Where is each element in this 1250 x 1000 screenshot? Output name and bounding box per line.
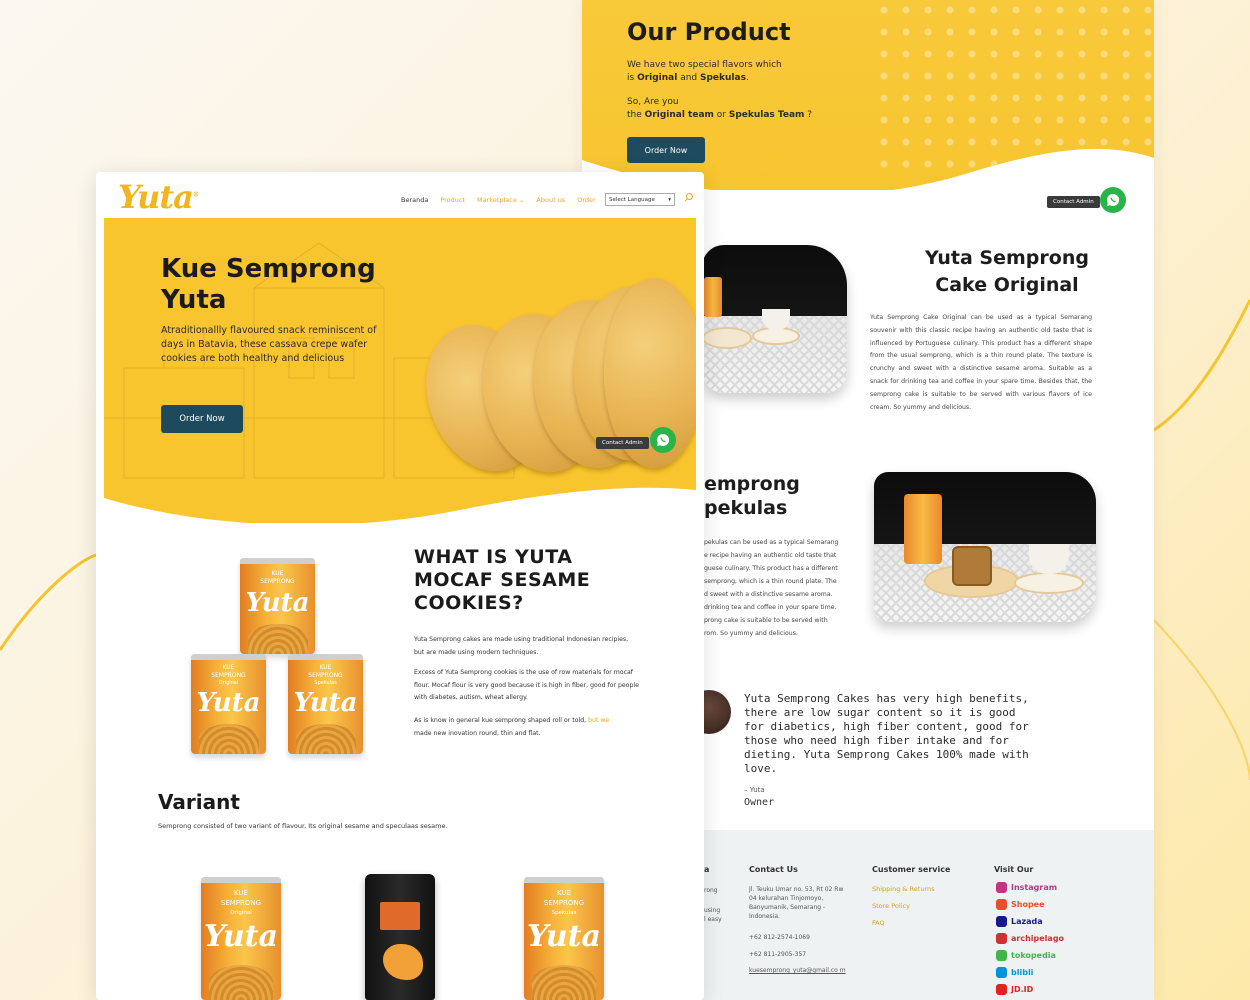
marketplace-lazada[interactable]: Lazada	[996, 916, 1043, 927]
what-paragraph-2: Excess of Yuta Semprong cookies is the u…	[414, 669, 639, 701]
hero-section: Kue Semprong Yuta Atraditionallly flavou…	[104, 218, 696, 523]
footer-phone-2[interactable]: +62 811-2905-357	[749, 950, 806, 959]
spekulas-description-line: d sweet with a distinctive sesame aroma.	[704, 591, 833, 598]
yuta-logo[interactable]: Yuta®	[118, 178, 199, 216]
faq-link[interactable]: FAQ	[872, 919, 885, 927]
hero-order-button[interactable]: Order Now	[161, 405, 243, 433]
variant-original-can[interactable]: KUE SEMPRONG Original Yuta	[201, 877, 281, 1000]
what-paragraph-3: As is know in general kue semprong shape…	[414, 717, 610, 737]
customer-service-title: Customer service	[872, 865, 951, 874]
nav-about-us[interactable]: About us	[536, 196, 565, 204]
contact-us-title: Contact Us	[749, 865, 798, 874]
marketplace-label: Lazada	[1011, 917, 1043, 926]
marketplace-archipelago[interactable]: archipelago	[996, 933, 1064, 944]
testimonial-role: Owner	[744, 797, 775, 808]
marketplace-label: blibli	[1011, 968, 1034, 977]
marketplace-instagram[interactable]: Instagram	[996, 882, 1057, 893]
hero-title: Kue Semprong Yuta	[161, 254, 376, 315]
our-product-title: Our Product	[627, 18, 791, 46]
original-title: Yuta Semprong Cake Original	[925, 247, 1089, 296]
footer-col0-line: l easy	[704, 916, 722, 923]
spekulas-product-photo	[874, 472, 1096, 622]
shopee-icon	[996, 899, 1007, 910]
contact-admin-chip[interactable]: Contact Admin	[596, 437, 649, 449]
tokopedia-icon	[996, 950, 1007, 961]
visit-our-title: Visit Our	[994, 865, 1034, 874]
whatsapp-icon[interactable]	[1100, 187, 1126, 213]
spekulas-description-line: guese culinary. This product has a diffe…	[704, 565, 838, 572]
contact-admin-chip[interactable]: Contact Admin	[1047, 196, 1100, 208]
testimonial-author: – Yuta	[744, 786, 765, 794]
chevron-down-icon: ▾	[668, 196, 671, 203]
home-page-screenshot: Yuta® Beranda Product Marketplace ⌄ Abou…	[96, 172, 704, 1000]
what-is-yuta-title: WHAT IS YUTA MOCAF SESAME COOKIES?	[414, 546, 591, 614]
marketplace-label: JD.ID	[1011, 985, 1034, 994]
plate	[702, 327, 752, 349]
spekulas-description-line: pekulas can be used as a typical Semaran…	[704, 539, 839, 546]
our-product-order-button[interactable]: Order Now	[627, 137, 705, 163]
spekulas-description: pekulas can be used as a typical Semaran…	[704, 536, 849, 640]
store-policy-link[interactable]: Store Policy	[872, 902, 910, 910]
jdid-icon	[996, 984, 1007, 995]
spekulas-title: emprong pekulas	[704, 473, 800, 519]
footer-address: Jl. Teuku Umar no. 53, Rt 02 Rw 04 kelur…	[749, 886, 844, 920]
footer-col0-title: a	[704, 865, 710, 874]
marketplace-blibli[interactable]: blibli	[996, 967, 1033, 978]
variant-pouch[interactable]	[365, 874, 435, 1000]
variant-description: Semprong consisted of two variant of fla…	[158, 822, 448, 830]
nav-beranda[interactable]: Beranda	[401, 196, 428, 204]
product-can	[704, 277, 722, 317]
marketplace-label: Shopee	[1011, 900, 1045, 909]
our-product-line2: is Original and Spekulas.	[627, 73, 749, 83]
spekulas-description-line: drinking tea and coffee in your spare ti…	[704, 604, 837, 611]
spekulas-description-line: prong cake is suitable to be served with	[704, 617, 828, 624]
marketplace-jdid[interactable]: JD.ID	[996, 984, 1033, 995]
archipelago-icon	[996, 933, 1007, 944]
footer-col0-line: rong	[704, 887, 718, 894]
spekulas-description-line: semprong, which is a thin round plate. T…	[704, 578, 837, 585]
nav-marketplace[interactable]: Marketplace ⌄	[477, 196, 524, 204]
footer-col0-line: using	[704, 907, 721, 914]
testimonial-quote: Yuta Semprong Cakes has very high benefi…	[744, 692, 1029, 775]
marketplace-shopee[interactable]: Shopee	[996, 899, 1045, 910]
what-paragraph-1: Yuta Semprong cakes are made using tradi…	[414, 636, 629, 656]
product-can	[904, 494, 942, 564]
search-icon[interactable]	[684, 192, 694, 202]
marketplace-label: tokopedia	[1011, 951, 1056, 960]
variant-spekulas-can[interactable]: KUE SEMPRONG Spekulas Yuta	[524, 877, 604, 1000]
shipping-returns-link[interactable]: Shipping & Returns	[872, 885, 935, 893]
language-select[interactable]: Select Language ▾	[605, 193, 675, 206]
our-product-line1: We have two special flavors which	[627, 60, 782, 70]
marketplace-tokopedia[interactable]: tokopedia	[996, 950, 1056, 961]
saucer	[1014, 572, 1084, 594]
marketplace-label: Instagram	[1011, 883, 1058, 892]
marketplace-label: archipelago	[1011, 934, 1065, 943]
cookie-stack	[952, 546, 992, 586]
chevron-down-icon: ⌄	[518, 196, 525, 204]
spekulas-description-line: e recipe having an authentic old taste t…	[704, 552, 837, 559]
instagram-icon	[996, 882, 1007, 893]
whatsapp-icon[interactable]	[650, 427, 676, 453]
hero-description: Atraditionallly flavoured snack reminisc…	[161, 325, 377, 364]
footer-email[interactable]: kuesemprong_yuta@gmail.co m	[749, 966, 849, 975]
spekulas-description-line: rom. So yummy and delicious.	[704, 630, 798, 637]
original-description: Yuta Semprong Cake Original can be used …	[870, 314, 1092, 411]
our-product-line3: So, Are you	[627, 97, 679, 107]
original-product-photo	[702, 245, 847, 393]
nav-product[interactable]: Product	[440, 196, 465, 204]
nav-order[interactable]: Order	[577, 196, 595, 204]
main-nav: Beranda Product Marketplace ⌄ About us O…	[401, 196, 596, 204]
footer-phone-1[interactable]: +62 812-2574-1069	[749, 933, 810, 942]
blibli-icon	[996, 967, 1007, 978]
hero-wave	[104, 487, 696, 523]
our-product-line4: the Original team or Spekulas Team ?	[627, 110, 813, 120]
lazada-icon	[996, 916, 1007, 927]
variant-title: Variant	[158, 790, 240, 814]
